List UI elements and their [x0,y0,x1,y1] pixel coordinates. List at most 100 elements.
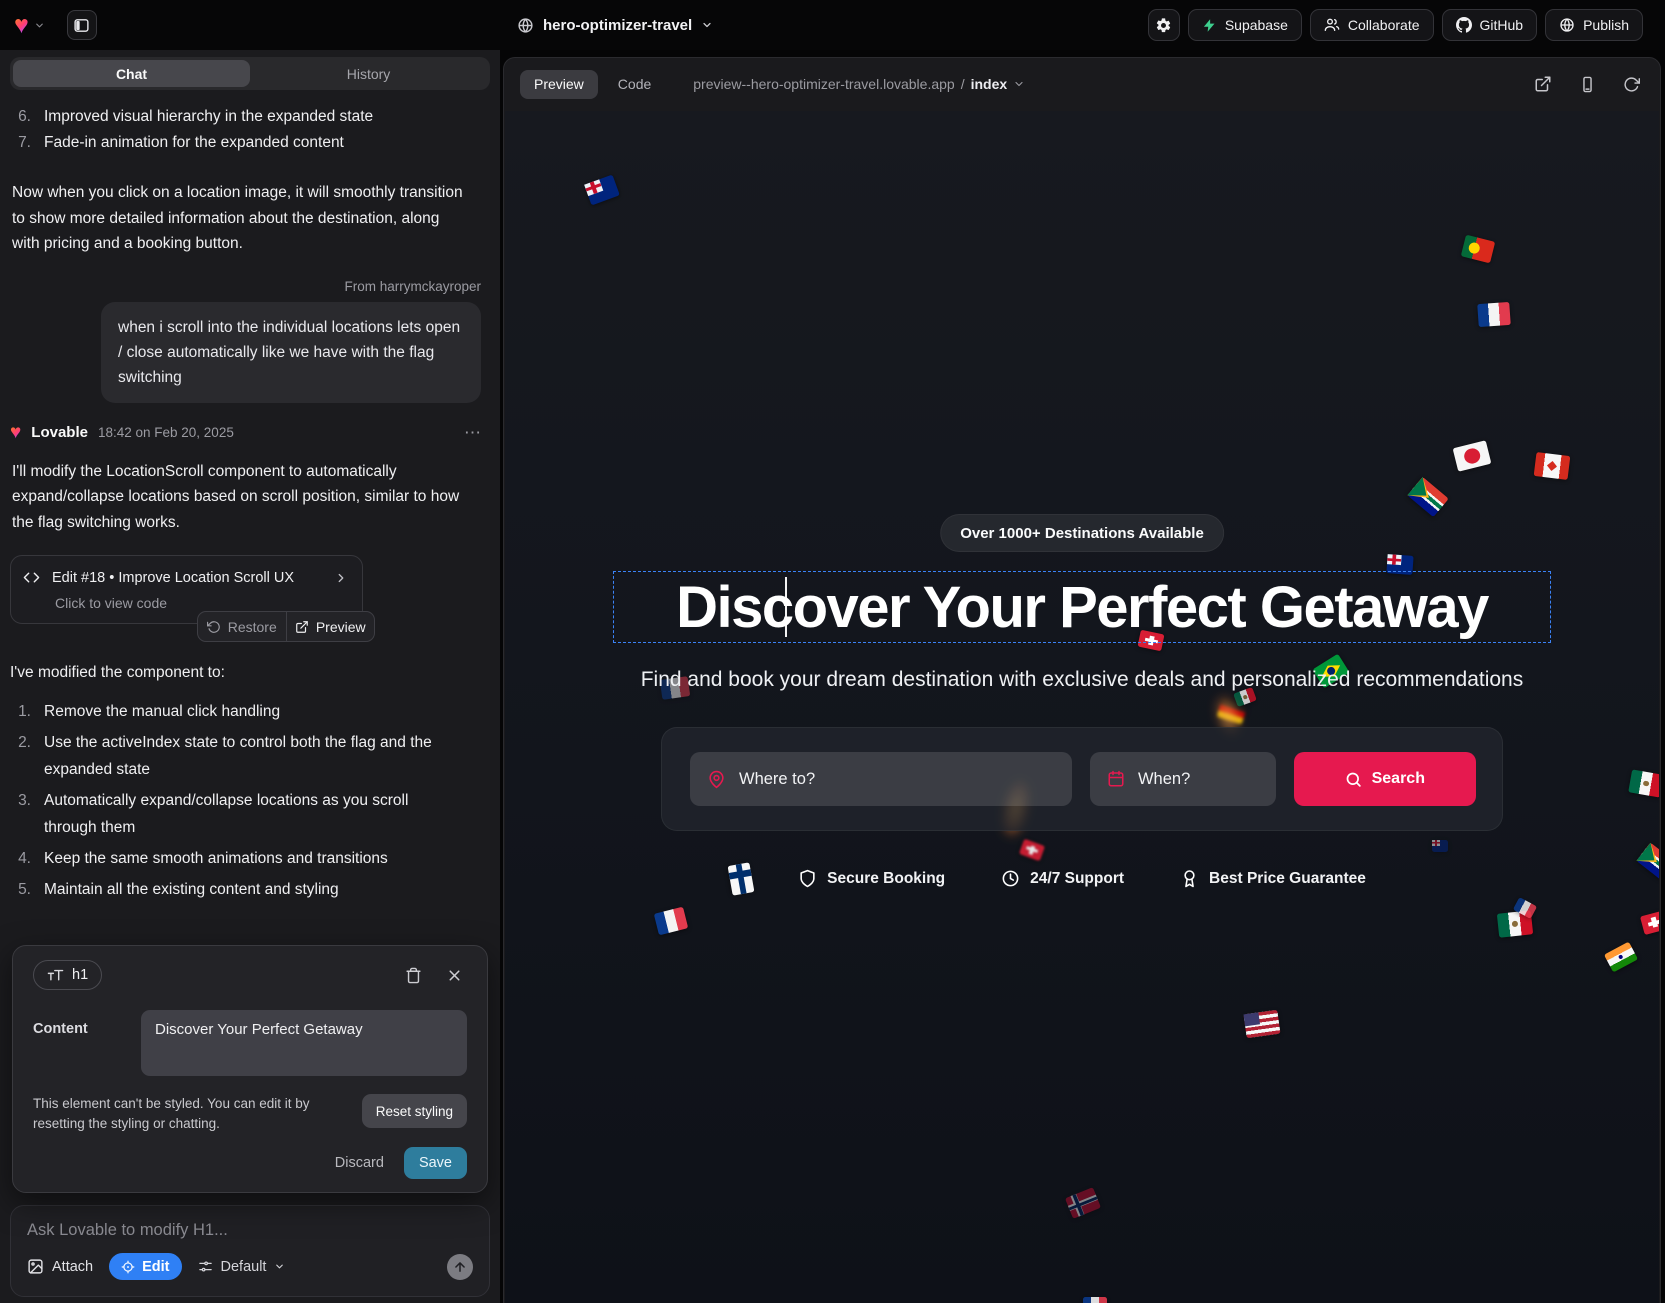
gear-icon [1155,17,1172,34]
flag-norway-icon [1065,1187,1101,1219]
preview-url[interactable]: preview--hero-optimizer-travel.lovable.a… [693,76,1025,92]
flag-mexico-icon [1628,769,1659,797]
lovable-logo-icon[interactable]: ♥ [14,13,29,38]
feature-support: 24/7 Support [1001,869,1124,888]
image-icon [27,1258,44,1275]
trash-icon[interactable] [405,967,422,984]
globe-icon [517,17,534,34]
list-item: 2.Use the activeIndex state to control b… [10,729,462,783]
mobile-view-icon[interactable] [1579,76,1596,93]
sidebar-tabs: Chat History [10,57,490,90]
flag-india-icon [1604,942,1638,973]
flag-france-icon [1083,1297,1107,1303]
message-menu-icon[interactable]: ⋯ [464,423,482,443]
close-icon[interactable] [446,967,463,984]
hero-title[interactable]: Discover Your Perfect Getaway [676,574,1488,641]
users-icon [1324,17,1340,33]
open-in-new-tab-icon[interactable] [1534,75,1552,93]
project-name: hero-optimizer-travel [543,17,692,34]
flag-australia-icon [584,175,620,206]
flag-switzerland-icon [1640,910,1659,935]
list-item: 5.Maintain all the existing content and … [10,876,462,903]
chevron-down-icon [274,1261,285,1272]
where-input[interactable]: Where to? [690,752,1072,806]
collaborate-button[interactable]: Collaborate [1310,9,1434,41]
feature-secure-booking: Secure Booking [798,869,945,888]
element-tag-pill[interactable]: h1 [33,960,102,990]
tab-preview[interactable]: Preview [520,70,598,99]
assistant-paragraph: I'll modify the LocationScroll component… [12,459,464,536]
map-pin-icon [707,770,726,789]
send-button[interactable] [447,1254,473,1280]
preview-version-button[interactable]: Preview [286,612,375,641]
styling-note: This element can't be styled. You can ed… [33,1094,345,1134]
target-icon [121,1260,135,1274]
top-bar: ♥ hero-optimizer-travel Supabase Collabo… [0,0,1665,50]
hero-subtitle: Find and book your dream destination wit… [505,668,1659,692]
github-icon [1456,17,1472,33]
chevron-right-icon [334,571,348,585]
chat-input[interactable] [27,1221,473,1240]
publish-button[interactable]: Publish [1545,9,1643,41]
restore-button[interactable]: Restore [198,612,286,641]
calendar-icon [1107,770,1125,788]
element-editor-panel: h1 Content Discover Your Perfect Getaway… [12,945,488,1193]
flag-new-zealand-icon [1432,840,1448,852]
shield-icon [798,869,817,888]
topbar-actions: Supabase Collaborate GitHub Publish [1148,9,1665,41]
preview-viewport: Over 1000+ Destinations Available Discov… [505,111,1659,1303]
flag-france-icon [1477,302,1511,327]
code-icon [23,569,40,586]
chat-list-previous: 6.Improved visual hierarchy in the expan… [10,104,490,156]
discard-button[interactable]: Discard [335,1155,384,1171]
refresh-icon[interactable] [1623,76,1640,93]
edit-card-subtitle: Click to view code [55,595,348,611]
settings-button[interactable] [1148,9,1180,41]
attach-button[interactable]: Attach [27,1258,93,1275]
version-actions: Restore Preview [197,611,375,642]
text-caret [785,577,787,637]
tab-code[interactable]: Code [608,70,661,99]
list-item: 3.Automatically expand/collapse location… [10,787,462,841]
chat-input-box: Attach Edit Default [10,1205,490,1297]
where-placeholder: Where to? [739,770,815,789]
preview-toolbar: Preview Code preview--hero-optimizer-tra… [504,58,1660,110]
project-chevron-down-icon [701,19,713,31]
text-type-icon [47,968,64,983]
reset-styling-button[interactable]: Reset styling [362,1094,467,1128]
project-switcher[interactable]: hero-optimizer-travel [517,17,713,34]
list-item: 7.Fade-in animation for the expanded con… [10,130,490,156]
url-chevron-down-icon [1013,78,1025,90]
search-icon [1345,771,1362,788]
search-button[interactable]: Search [1294,752,1476,806]
feature-best-price: Best Price Guarantee [1180,869,1366,888]
supabase-button[interactable]: Supabase [1188,9,1302,41]
list-item: 1.Remove the manual click handling [10,698,462,725]
chat-list-steps: 1.Remove the manual click handling 2.Use … [10,698,490,903]
chat-sidebar: Chat History 6.Improved visual hierarchy… [0,50,500,1303]
tab-history[interactable]: History [250,60,487,87]
sidebar-toggle-button[interactable] [67,10,97,40]
restore-icon [207,620,221,634]
arrow-up-icon [453,1260,467,1274]
element-tag-label: h1 [72,967,88,983]
github-button[interactable]: GitHub [1442,9,1538,41]
search-card: Where to? When? Search [661,727,1503,831]
destinations-badge: Over 1000+ Destinations Available [940,514,1224,552]
edit-mode-button[interactable]: Edit [109,1253,181,1280]
message-timestamp: 18:42 on Feb 20, 2025 [98,425,234,440]
assistant-paragraph: I've modified the component to: [10,664,490,682]
save-button[interactable]: Save [404,1147,467,1179]
when-input[interactable]: When? [1090,752,1276,806]
user-message-bubble: when i scroll into the individual locati… [101,302,481,403]
external-link-icon [295,620,309,634]
mode-selector[interactable]: Default [198,1259,286,1275]
list-item: 4.Keep the same smooth animations and tr… [10,845,462,872]
content-textarea[interactable]: Discover Your Perfect Getaway [141,1010,467,1076]
preview-url-page: index [971,76,1008,92]
logo-chevron-down-icon[interactable] [34,20,45,31]
supabase-bolt-icon [1202,18,1217,33]
flag-portugal-icon [1461,235,1495,264]
assistant-paragraph: Now when you click on a location image, … [12,180,464,257]
tab-chat[interactable]: Chat [13,60,250,87]
